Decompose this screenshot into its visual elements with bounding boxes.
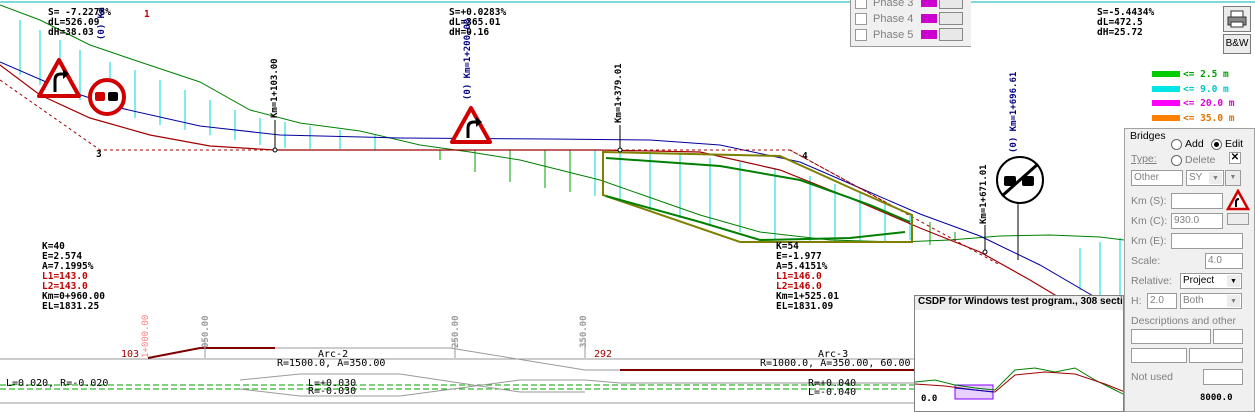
station-label-4: (0) Km=1+696.61 [1009, 71, 1019, 153]
phase-row-5[interactable]: Phase 5 [855, 27, 964, 42]
phase-row-4[interactable]: Phase 4 [855, 11, 964, 26]
type-label: Type: [1131, 153, 1157, 165]
overview-right-label: 8000.0 [1200, 393, 1233, 403]
legend-item-2: <= 9.0 m [1152, 84, 1229, 95]
scale-input[interactable]: 4.0 [1205, 253, 1243, 269]
sy-select[interactable]: SY ▼ [1186, 170, 1224, 186]
phase-4-label: Phase 4 [873, 12, 914, 25]
end-no-overtaking-sign-icon[interactable] [994, 154, 1046, 206]
pvi-label-3: 3 [96, 149, 102, 160]
km-e-input[interactable] [1171, 233, 1243, 249]
overview-window[interactable]: CSDP for Windows test program., 308 sect… [914, 295, 1124, 412]
slope-annotation-2: S=+0.0283% dL=365.01 dH=0.16 [449, 7, 507, 38]
km-c-input[interactable]: 930.0 [1171, 213, 1223, 229]
legend-item-4: <= 35.0 m [1152, 113, 1234, 124]
slope-annotation-3: S=-5.4434% dL=472.5 dH=25.72 [1097, 7, 1155, 38]
lane-slope-right-2: L=-0.040 [808, 387, 857, 398]
arc3-params: R=1000.0, A=350.00, 60.00 [760, 358, 911, 369]
h-input[interactable]: 2.0 [1147, 293, 1177, 309]
no-overtaking-sign-icon[interactable] [86, 76, 128, 118]
station-label-1: Km=1+103.00 [270, 58, 280, 118]
curve-right-sign-icon[interactable] [448, 104, 494, 146]
station-label-0: (0) Km [97, 7, 107, 40]
legend-item-1: <= 2.5 m [1152, 69, 1229, 80]
chevron-down-icon[interactable]: ▼ [1225, 170, 1241, 186]
alignment-num-292: 292 [594, 349, 613, 360]
relative-select[interactable]: Project ▼ [1180, 273, 1242, 289]
description-input-3[interactable] [1131, 348, 1187, 363]
station-red-label: 1+000.00 [141, 314, 151, 358]
scale-label: Scale: [1131, 255, 1161, 267]
vertical-curve-info-1: K=40 E=2.574 A=7.1995% L1=143.0 L2=143.0 Km=0… [42, 241, 105, 312]
relative-label: Relative: [1131, 275, 1172, 287]
h-label: H: [1131, 295, 1142, 307]
phase-3-color-swatch[interactable] [921, 0, 938, 7]
station-label-5: Km=1+671.01 [979, 164, 989, 224]
phase-panel: Phase 3 Phase 4 Phase 5 [850, 0, 971, 47]
add-radio[interactable]: Add [1171, 138, 1204, 150]
phase-3-style-button[interactable] [939, 0, 964, 9]
bridges-title: Bridges [1130, 130, 1166, 142]
phase-3-label: Phase 3 [873, 0, 914, 9]
bridges-panel: Bridges Add Edit Type: Delete ✕ Other SY… [1124, 128, 1255, 412]
km-c-label: Km (C): [1131, 215, 1168, 227]
station-label-2: (0) Km=1+200.00 [463, 18, 473, 100]
profile-canvas[interactable]: S= -7.2278% dL=526.09 dH=38.03 S=+0.0283% d… [0, 0, 1255, 412]
both-select[interactable]: Both ▼ [1180, 293, 1242, 309]
lane-slope-left: L=0.020, R=-0.020 [6, 378, 109, 389]
phase-4-style-button[interactable] [939, 12, 964, 25]
description-input-4[interactable] [1189, 348, 1243, 363]
bridge-sign-icon[interactable] [1226, 189, 1250, 211]
overview-profile [915, 367, 1123, 400]
km-s-label: Km (S): [1131, 195, 1167, 207]
km-s-input[interactable] [1171, 193, 1223, 209]
delete-radio[interactable]: Delete [1171, 154, 1215, 166]
km-c-pick-button[interactable] [1227, 213, 1249, 225]
legend-item-3: <= 20.0 m [1152, 98, 1234, 109]
phase-5-label: Phase 5 [873, 28, 914, 41]
printer-icon [1227, 10, 1247, 28]
phase-4-color-swatch[interactable] [921, 14, 938, 23]
descriptions-label: Descriptions and other [1131, 315, 1237, 327]
tick-label-3: 350.00 [579, 315, 589, 348]
bw-button[interactable]: B&W [1223, 34, 1251, 54]
description-input-2[interactable] [1213, 329, 1243, 344]
tick-label-1: 050.00 [201, 315, 211, 348]
alignment-num-103: 103 [121, 349, 140, 360]
station-label-3: Km=1+379.01 [614, 63, 624, 123]
description-input-1[interactable] [1131, 329, 1211, 344]
overview-title: CSDP for Windows test program., 308 sect… [915, 296, 1123, 310]
arc2-params: R=1500.0, A=350.00 [277, 358, 386, 369]
phase-5-style-button[interactable] [939, 28, 964, 41]
phase-4-checkbox[interactable] [855, 12, 867, 25]
overview-left-label: 0.0 [921, 394, 938, 404]
curve-warning-sign-icon[interactable] [37, 56, 87, 102]
pvi-label-1: 1 [144, 9, 150, 20]
print-button[interactable] [1223, 6, 1251, 32]
phase-5-color-swatch[interactable] [921, 30, 938, 39]
lane-slope-mid-2: R=-0.030 [308, 386, 357, 397]
edit-radio[interactable]: Edit [1211, 138, 1243, 150]
type-select[interactable]: Other [1131, 170, 1183, 186]
vertical-curve-info-2: K=54 E=-1.977 A=5.4151% L1=146.0 L2=146.0 Km=… [776, 241, 839, 312]
phase-row-3[interactable]: Phase 3 [855, 0, 964, 10]
pvi-label-4: 4 [802, 151, 808, 162]
not-used-input[interactable] [1203, 369, 1243, 385]
tick-label-2: 250.00 [451, 315, 461, 348]
not-used-label: Not used [1131, 371, 1174, 383]
km-e-label: Km (E): [1131, 235, 1167, 247]
phase-3-checkbox[interactable] [855, 0, 867, 9]
close-icon[interactable]: ✕ [1229, 152, 1241, 164]
phase-5-checkbox[interactable] [855, 28, 867, 41]
